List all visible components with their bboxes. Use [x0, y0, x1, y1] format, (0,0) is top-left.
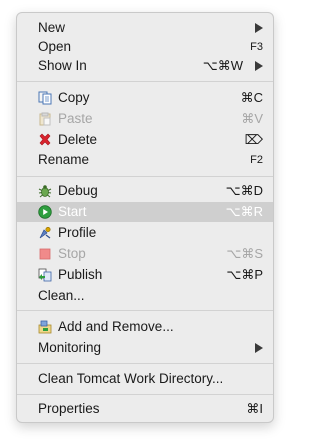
menu-item-add-remove[interactable]: Add and Remove... — [17, 317, 273, 337]
menu-item-label: Start — [58, 204, 87, 219]
menu-item-rename[interactable]: Rename F2 — [17, 150, 273, 170]
submenu-arrow-icon — [255, 61, 263, 71]
menu-item-label: Profile — [58, 225, 97, 240]
menu-item-label: Clean Tomcat Work Directory... — [38, 371, 224, 386]
copy-icon — [38, 91, 52, 105]
shortcut-label: ⌥⌘D — [225, 183, 263, 198]
menu-item-label: Show In — [38, 58, 87, 73]
shortcut-label: ⌘I — [246, 401, 263, 416]
submenu-arrow-icon — [255, 23, 263, 33]
shortcut-label: ⌘V — [241, 111, 263, 126]
menu-item-label: Open — [38, 39, 72, 54]
menu-item-properties[interactable]: Properties ⌘I — [17, 399, 273, 419]
menu-item-new[interactable]: New — [17, 18, 273, 38]
shortcut-label: F3 — [250, 41, 263, 53]
paste-icon — [38, 112, 52, 126]
menu-separator — [17, 310, 273, 311]
shortcut-label: ⌥⌘S — [226, 246, 263, 261]
menu-item-label: New — [38, 20, 66, 35]
shortcut-label: ⌥⌘R — [225, 204, 263, 219]
add-remove-icon — [38, 320, 52, 334]
menu-separator — [17, 176, 273, 177]
start-play-icon — [38, 205, 52, 219]
profile-icon — [38, 226, 52, 240]
shortcut-label: ⌥⌘W — [202, 58, 243, 73]
menu-separator — [17, 394, 273, 395]
menu-item-paste[interactable]: Paste ⌘V — [17, 109, 273, 129]
shortcut-label: ⌘C — [240, 90, 263, 105]
debug-bug-icon — [38, 184, 52, 198]
menu-item-start[interactable]: Start ⌥⌘R — [17, 202, 273, 222]
context-menu: New Open F3 Show In ⌥⌘W Copy ⌘C Paste ⌘V… — [16, 12, 274, 423]
menu-item-show-in[interactable]: Show In ⌥⌘W — [17, 56, 273, 76]
menu-item-monitoring[interactable]: Monitoring — [17, 338, 273, 358]
menu-item-label: Debug — [58, 183, 98, 198]
shortcut-label: F2 — [250, 154, 263, 166]
menu-item-debug[interactable]: Debug ⌥⌘D — [17, 181, 273, 201]
publish-icon — [38, 268, 52, 282]
menu-item-publish[interactable]: Publish ⌥⌘P — [17, 265, 273, 285]
menu-item-label: Rename — [38, 152, 90, 167]
menu-separator — [17, 363, 273, 364]
menu-item-profile[interactable]: Profile — [17, 223, 273, 243]
menu-item-label: Copy — [58, 90, 90, 105]
shortcut-label: ⌥⌘P — [226, 267, 263, 282]
submenu-arrow-icon — [255, 343, 263, 353]
menu-item-label: Properties — [38, 401, 100, 416]
menu-separator — [17, 81, 273, 82]
menu-item-label: Clean... — [38, 288, 85, 303]
menu-item-label: Add and Remove... — [58, 319, 174, 334]
menu-item-label: Publish — [58, 267, 103, 282]
menu-item-label: Delete — [58, 132, 98, 147]
menu-item-stop[interactable]: Stop ⌥⌘S — [17, 244, 273, 264]
menu-item-copy[interactable]: Copy ⌘C — [17, 88, 273, 108]
menu-item-clean[interactable]: Clean... — [17, 286, 273, 306]
stop-icon — [38, 247, 52, 261]
menu-item-delete[interactable]: Delete ⌦ — [17, 130, 273, 150]
menu-item-open[interactable]: Open F3 — [17, 37, 273, 57]
menu-item-label: Monitoring — [38, 340, 102, 355]
shortcut-label: ⌦ — [244, 132, 263, 147]
delete-icon — [38, 133, 52, 147]
menu-item-clean-tomcat[interactable]: Clean Tomcat Work Directory... — [17, 369, 273, 389]
menu-item-label: Stop — [58, 246, 86, 261]
menu-item-label: Paste — [58, 111, 93, 126]
